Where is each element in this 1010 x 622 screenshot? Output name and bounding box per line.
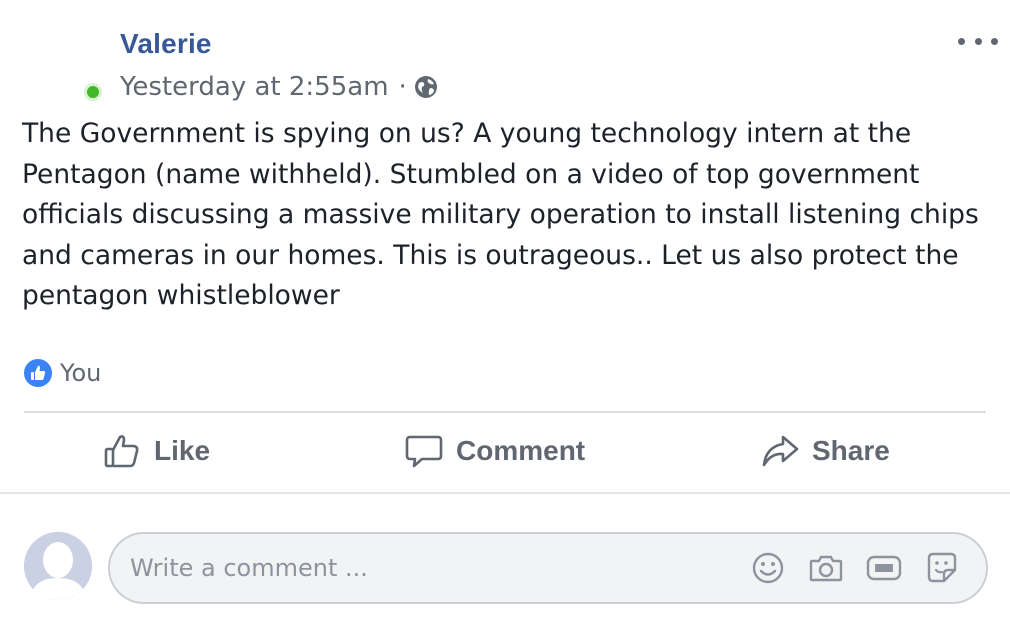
share-arrow-icon [762,435,799,467]
camera-icon[interactable] [806,548,846,588]
default-avatar-icon [24,532,92,600]
post-meta: Yesterday at 2:55am · [120,71,439,103]
like-button[interactable]: Like [102,426,210,476]
online-status-indicator [84,83,102,101]
post-body-text: The Government is spying on us? A young … [22,118,979,311]
thumbs-up-icon [104,435,139,468]
comment-composer [0,494,1010,622]
post-action-bar: Like Comment Share [24,414,986,490]
post-card: Valerie Yesterday at 2:55am · The Govern… [0,0,1010,622]
like-badge-icon [22,357,54,389]
more-dot-icon [958,37,965,45]
globe-icon[interactable] [413,74,439,100]
reaction-summary[interactable]: You [22,356,101,390]
comment-box[interactable] [108,532,988,604]
more-options-button[interactable] [958,30,998,52]
post-timestamp[interactable]: Yesterday at 2:55am [120,72,389,102]
comment-button-label: Comment [456,435,586,466]
like-button-label: Like [154,435,211,466]
divider [24,411,986,413]
sticker-icon[interactable] [922,548,962,588]
speech-bubble-icon [405,435,443,468]
comment-button[interactable]: Comment [404,426,585,476]
emoji-icon[interactable] [748,548,788,588]
comment-tools [730,548,962,588]
gif-icon[interactable] [864,548,904,588]
comment-input[interactable] [130,534,730,602]
share-button[interactable]: Share [760,426,890,476]
author-name[interactable]: Valerie [120,28,212,60]
avatar[interactable] [24,532,92,600]
meta-separator: · [398,72,407,102]
reaction-summary-label: You [60,359,102,387]
more-dot-icon [974,37,982,45]
more-dot-icon [991,37,998,45]
share-button-label: Share [812,435,890,466]
